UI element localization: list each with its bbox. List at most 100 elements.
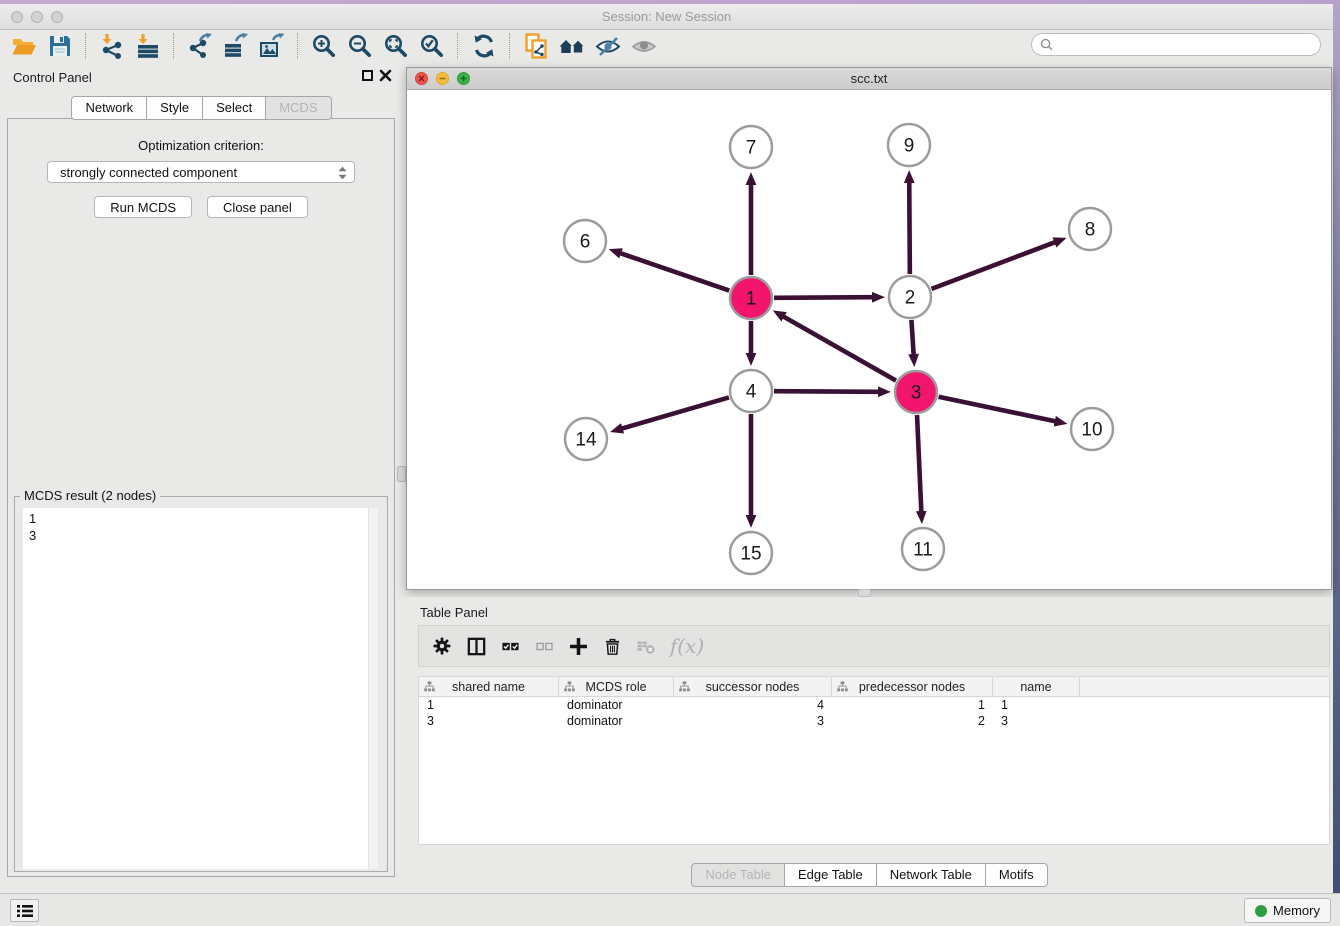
tab-select[interactable]: Select: [203, 96, 266, 120]
edge-1-6[interactable]: [620, 253, 729, 291]
close-panel-icon[interactable]: [379, 69, 392, 82]
table-row[interactable]: 3dominator323: [419, 713, 1329, 729]
save-session-icon[interactable]: [42, 31, 78, 61]
mcds-result-title: MCDS result (2 nodes): [20, 488, 160, 503]
first-neighbors-icon[interactable]: [554, 31, 590, 61]
svg-text:8: 8: [1085, 220, 1096, 241]
table-body: 1dominator4113dominator323: [419, 697, 1329, 729]
edge-3-1[interactable]: [783, 316, 896, 380]
svg-text:15: 15: [740, 544, 761, 565]
node-14[interactable]: 14: [565, 418, 607, 460]
delete-column-icon[interactable]: [597, 631, 627, 661]
svg-text:10: 10: [1081, 420, 1102, 441]
task-history-button[interactable]: [10, 899, 39, 922]
edge-2-8[interactable]: [932, 242, 1056, 289]
svg-text:6: 6: [580, 232, 591, 253]
column-header-successor-nodes[interactable]: successor nodes: [674, 677, 832, 696]
zoom-fit-icon[interactable]: [378, 31, 414, 61]
split-handle-horizontal[interactable]: [858, 589, 871, 597]
toolbar-separator: [85, 33, 87, 59]
apply-layout-icon[interactable]: [466, 31, 502, 61]
tab-edge-table[interactable]: Edge Table: [785, 863, 877, 887]
add-column-icon[interactable]: [563, 631, 593, 661]
function-builder-icon: f(x): [665, 631, 709, 661]
split-handle-vertical[interactable]: [397, 466, 406, 482]
table-toolbar: f(x): [418, 625, 1330, 667]
tab-network-table[interactable]: Network Table: [877, 863, 986, 887]
node-7[interactable]: 7: [730, 126, 772, 168]
node-2[interactable]: 2: [889, 276, 931, 318]
main-toolbar-groups: [6, 31, 662, 61]
open-session-icon[interactable]: [6, 31, 42, 61]
node-11[interactable]: 11: [902, 528, 944, 570]
search-input[interactable]: [1058, 36, 1320, 53]
svg-text:4: 4: [746, 382, 757, 403]
node-15[interactable]: 15: [730, 532, 772, 574]
network-window-title: scc.txt: [407, 71, 1331, 86]
edge-2-3[interactable]: [911, 320, 913, 355]
column-header-shared-name[interactable]: shared name: [419, 677, 559, 696]
list-icon: [16, 903, 34, 919]
node-1[interactable]: 1: [730, 277, 772, 319]
column-header-predecessor-nodes[interactable]: predecessor nodes: [832, 677, 993, 696]
select-all-columns-icon[interactable]: [495, 631, 525, 661]
import-network-icon[interactable]: [94, 31, 130, 61]
zoom-in-icon[interactable]: [306, 31, 342, 61]
column-header-mcds-role[interactable]: MCDS role: [559, 677, 674, 696]
toolbar-separator: [457, 33, 459, 59]
node-8[interactable]: 8: [1069, 208, 1111, 250]
svg-text:14: 14: [575, 430, 597, 451]
criterion-select[interactable]: strongly connected component: [47, 161, 355, 183]
run-mcds-button[interactable]: Run MCDS: [94, 196, 192, 218]
hide-selected-icon[interactable]: [590, 31, 626, 61]
app-titlebar: Session: New Session: [0, 4, 1333, 30]
tab-network[interactable]: Network: [71, 96, 147, 120]
node-10[interactable]: 10: [1071, 408, 1113, 450]
result-scrollbar[interactable]: [368, 508, 378, 869]
zoom-selected-icon[interactable]: [414, 31, 450, 61]
tab-motifs[interactable]: Motifs: [986, 863, 1048, 887]
node-4[interactable]: 4: [730, 370, 772, 412]
select-stepper-icon: [336, 165, 349, 181]
network-from-selection-icon[interactable]: [518, 31, 554, 61]
network-window-titlebar[interactable]: scc.txt: [407, 68, 1331, 90]
edge-1-2[interactable]: [774, 297, 873, 298]
deselect-all-columns-icon[interactable]: [529, 631, 559, 661]
status-bar: Memory: [0, 893, 1340, 926]
edge-3-10[interactable]: [939, 397, 1056, 422]
tab-mcds[interactable]: MCDS: [266, 96, 331, 120]
tab-style[interactable]: Style: [147, 96, 203, 120]
column-header-name[interactable]: name: [993, 677, 1080, 696]
network-view-window: scc.txt 7 9 6 8 1 2 4 3 14 10 15 11: [406, 67, 1332, 590]
search-box[interactable]: [1031, 33, 1321, 56]
svg-text:3: 3: [911, 383, 922, 404]
svg-text:7: 7: [746, 138, 757, 159]
app-title: Session: New Session: [0, 9, 1333, 24]
node-table[interactable]: shared nameMCDS rolesuccessor nodesprede…: [418, 676, 1330, 845]
table-row[interactable]: 1dominator411: [419, 697, 1329, 713]
edge-2-9[interactable]: [909, 182, 910, 274]
mcds-result-textarea[interactable]: 1 3: [23, 508, 378, 869]
node-9[interactable]: 9: [888, 124, 930, 166]
svg-text:1: 1: [746, 289, 757, 310]
import-table-icon[interactable]: [130, 31, 166, 61]
application-window: Session: New Session Control Panel Netwo…: [0, 0, 1340, 926]
node-6[interactable]: 6: [564, 220, 606, 262]
table-tabs: Node TableEdge TableNetwork TableMotifs: [406, 863, 1333, 887]
column-chooser-icon[interactable]: [461, 631, 491, 661]
edge-3-11[interactable]: [917, 415, 921, 512]
edge-4-14[interactable]: [622, 397, 729, 428]
tab-node-table[interactable]: Node Table: [691, 863, 785, 887]
zoom-out-icon[interactable]: [342, 31, 378, 61]
network-canvas[interactable]: 7 9 6 8 1 2 4 3 14 10 15 11: [407, 89, 1331, 589]
close-panel-button[interactable]: Close panel: [207, 196, 308, 218]
export-image-icon[interactable]: [254, 31, 290, 61]
float-panel-icon[interactable]: [362, 70, 373, 81]
export-network-icon[interactable]: [182, 31, 218, 61]
memory-button[interactable]: Memory: [1244, 898, 1331, 923]
export-table-icon[interactable]: [218, 31, 254, 61]
toolbar-separator: [173, 33, 175, 59]
settings-icon[interactable]: [427, 631, 457, 661]
node-3[interactable]: 3: [895, 371, 937, 413]
edge-4-3[interactable]: [774, 391, 879, 392]
